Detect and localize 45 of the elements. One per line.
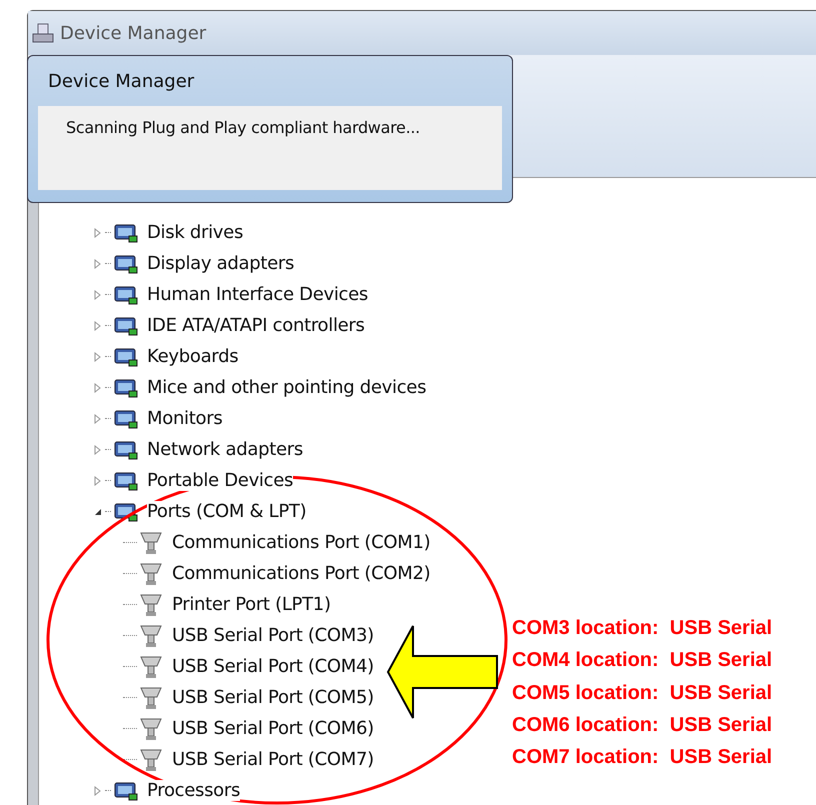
tree-item[interactable]: USB Serial Port (COM3): [172, 625, 374, 646]
computer-icon: [32, 23, 54, 43]
device-icon: [113, 470, 139, 492]
port-icon: [139, 654, 163, 680]
device-icon: [113, 252, 139, 274]
tree-item[interactable]: Network adapters: [147, 439, 303, 460]
annotation-text: COM6 location: USB Serial: [512, 712, 772, 738]
annotation-text: COM4 location: USB Serial: [512, 648, 772, 674]
device-icon: [113, 314, 139, 336]
port-icon: [139, 560, 163, 586]
device-icon: [113, 500, 139, 522]
tree-item[interactable]: Printer Port (LPT1): [172, 594, 331, 615]
tree-item[interactable]: USB Serial Port (COM7): [172, 749, 374, 770]
tree-item[interactable]: USB Serial Port (COM5): [172, 687, 374, 708]
port-icon: [139, 684, 163, 710]
port-icon: [139, 716, 163, 742]
window-title: Device Manager: [60, 22, 206, 44]
port-icon: [139, 592, 163, 618]
dialog-message: Scanning Plug and Play compliant hardware...: [66, 118, 420, 137]
device-icon: [113, 222, 139, 244]
device-icon: [113, 438, 139, 460]
device-icon: [113, 408, 139, 430]
device-icon: [113, 284, 139, 306]
tree-item[interactable]: Communications Port (COM2): [172, 563, 430, 584]
annotation-text: COM3 location: USB Serial: [512, 616, 772, 641]
annotation-text: COM7 location: USB Serial: [512, 745, 772, 770]
annotation-text: COM5 location: USB Serial: [512, 680, 772, 706]
tree-item[interactable]: Processors: [147, 780, 240, 801]
dialog-title: Device Manager: [47, 70, 196, 94]
tree-item[interactable]: USB Serial Port (COM4): [172, 656, 374, 677]
tree-item[interactable]: Keyboards: [147, 346, 238, 367]
tree-item[interactable]: USB Serial Port (COM6): [172, 718, 374, 739]
tree-item[interactable]: Portable Devices: [147, 470, 294, 491]
tree-item[interactable]: Mice and other pointing devices: [147, 377, 426, 398]
port-icon: [139, 530, 163, 556]
device-icon: [113, 780, 139, 802]
device-icon: [113, 376, 139, 398]
tree-item[interactable]: Display adapters: [147, 253, 294, 274]
tree-item[interactable]: Ports (COM & LPT): [147, 501, 306, 522]
port-icon: [139, 622, 163, 648]
device-icon: [113, 346, 139, 368]
arrow-icon: [386, 625, 498, 719]
port-icon: [139, 746, 163, 772]
tree-item[interactable]: Communications Port (COM1): [172, 532, 430, 553]
tree-item[interactable]: IDE ATA/ATAPI controllers: [147, 315, 365, 336]
